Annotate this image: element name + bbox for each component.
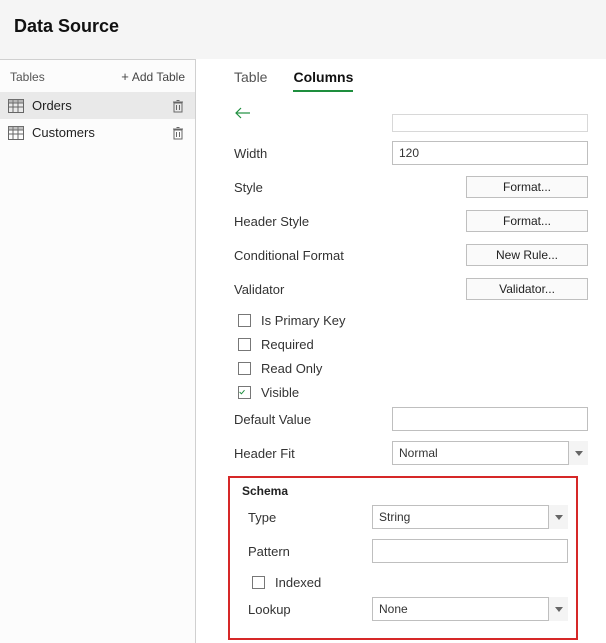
row-lookup: Lookup (238, 594, 568, 624)
table-icon (8, 126, 24, 140)
default-value-input[interactable] (392, 407, 588, 431)
main-panel: Table Columns Width Style Format... Head… (196, 59, 606, 643)
row-header-fit: Header Fit (222, 438, 588, 468)
sidebar-item-label: Customers (32, 125, 163, 140)
style-format-button[interactable]: Format... (466, 176, 588, 198)
header-fit-value[interactable] (392, 441, 588, 465)
body: Tables + Add Table Orders Customers Tabl… (0, 59, 606, 643)
arrow-left-icon (234, 107, 252, 119)
schema-fieldset: Schema Type Pattern In (228, 476, 578, 640)
row-indexed: Indexed (238, 570, 568, 594)
row-type: Type (238, 502, 568, 532)
style-label: Style (222, 180, 376, 195)
read-only-label: Read Only (261, 361, 322, 376)
width-label: Width (222, 146, 376, 161)
row-validator: Validator Validator... (222, 274, 588, 304)
table-icon (8, 99, 24, 113)
disabled-field-top (392, 114, 588, 132)
sidebar-header: Tables + Add Table (0, 60, 195, 92)
is-primary-key-checkbox[interactable] (238, 314, 251, 327)
trash-icon[interactable] (171, 99, 185, 113)
plus-icon: + (121, 70, 129, 83)
new-rule-button[interactable]: New Rule... (466, 244, 588, 266)
sidebar-item-orders[interactable]: Orders (0, 92, 195, 119)
header-style-format-button[interactable]: Format... (466, 210, 588, 232)
tabs: Table Columns (196, 59, 606, 98)
required-checkbox[interactable] (238, 338, 251, 351)
indexed-checkbox[interactable] (252, 576, 265, 589)
row-is-primary-key: Is Primary Key (222, 308, 588, 332)
lookup-value[interactable] (372, 597, 568, 621)
tables-heading: Tables (10, 70, 45, 84)
pattern-input[interactable] (372, 539, 568, 563)
type-label: Type (238, 510, 372, 525)
validator-label: Validator (222, 282, 376, 297)
add-table-label: Add Table (132, 70, 185, 84)
sidebar: Tables + Add Table Orders Customers (0, 59, 196, 643)
sidebar-item-customers[interactable]: Customers (0, 119, 195, 146)
row-default-value: Default Value (222, 404, 588, 434)
type-value[interactable] (372, 505, 568, 529)
is-primary-key-label: Is Primary Key (261, 313, 346, 328)
validator-button[interactable]: Validator... (466, 278, 588, 300)
width-input[interactable] (392, 141, 588, 165)
row-required: Required (222, 332, 588, 356)
table-list: Orders Customers (0, 92, 195, 146)
tab-table[interactable]: Table (234, 69, 267, 92)
visible-checkbox[interactable] (238, 386, 251, 399)
read-only-checkbox[interactable] (238, 362, 251, 375)
visible-label: Visible (261, 385, 299, 400)
required-label: Required (261, 337, 314, 352)
page-title: Data Source (14, 16, 592, 37)
row-style: Style Format... (222, 172, 588, 202)
row-width: Width (222, 138, 588, 168)
row-header-style: Header Style Format... (222, 206, 588, 236)
trash-icon[interactable] (171, 126, 185, 140)
header-style-label: Header Style (222, 214, 376, 229)
form-area: Width Style Format... Header Style Forma… (196, 114, 606, 640)
row-pattern: Pattern (238, 536, 568, 566)
sidebar-item-label: Orders (32, 98, 163, 113)
row-conditional-format: Conditional Format New Rule... (222, 240, 588, 270)
lookup-label: Lookup (238, 602, 372, 617)
indexed-label: Indexed (275, 575, 321, 590)
default-value-label: Default Value (222, 412, 376, 427)
row-visible: Visible (222, 380, 588, 404)
lookup-select[interactable] (372, 597, 568, 621)
type-select[interactable] (372, 505, 568, 529)
schema-legend: Schema (238, 484, 568, 502)
add-table-button[interactable]: + Add Table (121, 70, 185, 84)
page-header: Data Source (0, 0, 606, 59)
tab-columns[interactable]: Columns (293, 69, 353, 92)
row-read-only: Read Only (222, 356, 588, 380)
conditional-format-label: Conditional Format (222, 248, 376, 263)
header-fit-select[interactable] (392, 441, 588, 465)
pattern-label: Pattern (238, 544, 372, 559)
header-fit-label: Header Fit (222, 446, 376, 461)
